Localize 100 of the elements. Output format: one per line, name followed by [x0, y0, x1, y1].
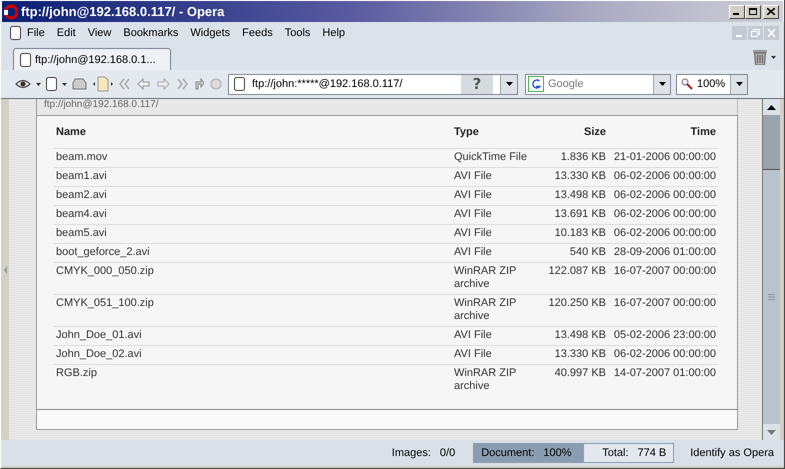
file-name[interactable]: RGB.zip	[56, 367, 97, 379]
up-arrow-icon	[767, 104, 776, 110]
file-name[interactable]: boot_geforce_2.avi	[56, 246, 150, 258]
table-cell: AVI File	[454, 170, 492, 182]
file-name[interactable]: beam.mov	[56, 151, 108, 163]
menu-item[interactable]: Feeds	[236, 25, 279, 41]
dropdown-button[interactable]	[653, 74, 670, 94]
menu-item[interactable]: File	[21, 25, 51, 41]
column-header[interactable]: Time	[608, 116, 718, 148]
table-cell: 06-02-2006 00:00:00	[614, 189, 716, 201]
page-heading: ftp://john@192.168.0.117/	[44, 99, 158, 111]
table-cell: 13.691 KB	[554, 208, 606, 220]
page-icon	[20, 52, 31, 66]
caret-icon	[736, 82, 742, 86]
address-field[interactable]: ftp://john:*****@192.168.0.117/	[252, 78, 454, 90]
table-cell: 06-02-2006 00:00:00	[614, 170, 716, 182]
restore-icon	[751, 29, 760, 37]
file-name[interactable]: beam1.avi	[56, 170, 107, 182]
table-cell: 06-02-2006 00:00:00	[614, 348, 716, 360]
close-icon	[767, 8, 775, 15]
caret-icon	[658, 82, 666, 86]
eye-icon[interactable]	[15, 78, 31, 90]
menu-item[interactable]: Tools	[278, 25, 316, 41]
caret-icon	[506, 82, 512, 86]
document-icon[interactable]	[93, 76, 113, 92]
scroll-down-button[interactable]	[763, 424, 780, 440]
opera-logo-icon[interactable]	[4, 4, 18, 20]
table-cell: 14-07-2007 01:00:00	[614, 367, 716, 379]
table-cell: 28-09-2006 01:00:00	[614, 246, 716, 258]
table-cell: AVI File	[454, 348, 492, 360]
close-button[interactable]	[763, 4, 779, 18]
dropdown-button[interactable]	[730, 74, 747, 94]
table-cell: QuickTime File	[454, 151, 527, 163]
table-cell: 13.330 KB	[554, 348, 606, 360]
table-cell: AVI File	[454, 329, 492, 341]
file-name[interactable]: beam4.avi	[56, 208, 107, 220]
identify-as-button[interactable]: Identify as Opera	[674, 443, 774, 463]
status-label: Images:	[392, 447, 431, 459]
page-icon[interactable]	[10, 26, 21, 40]
menu-item[interactable]: View	[82, 25, 118, 41]
table-cell: WinRAR ZIP archive	[454, 367, 516, 392]
grip-icon[interactable]	[768, 294, 775, 300]
dropdown-button[interactable]	[500, 74, 517, 94]
table-cell: 10.183 KB	[554, 227, 606, 239]
table-cell: 540 KB	[570, 246, 606, 258]
column-header[interactable]: Name	[54, 116, 452, 148]
table-cell: 16-07-2007 00:00:00	[614, 265, 716, 277]
table-cell: AVI File	[454, 227, 492, 239]
panel-handle-icon[interactable]	[4, 266, 6, 274]
table-cell: WinRAR ZIP archive	[454, 265, 516, 290]
table-cell: 13.498 KB	[554, 329, 606, 341]
status-label: Document:	[481, 447, 534, 459]
magnifier-icon	[681, 78, 693, 90]
caret-icon[interactable]	[36, 82, 41, 86]
table-cell: 13.330 KB	[554, 170, 606, 182]
file-name[interactable]: beam2.avi	[56, 189, 107, 201]
minimize-button[interactable]	[729, 4, 745, 18]
column-header[interactable]: Type	[452, 116, 532, 148]
file-name[interactable]: beam5.avi	[56, 227, 107, 239]
page-icon[interactable]	[46, 77, 57, 91]
maximize-icon	[749, 8, 757, 15]
status-value: 774 B	[638, 447, 666, 459]
search-engine-icon[interactable]	[528, 76, 544, 92]
address-bar[interactable]: ftp://john:*****@192.168.0.117/ ?	[228, 74, 518, 94]
menu-item[interactable]: Edit	[50, 25, 82, 41]
scroll-thumb[interactable]	[763, 115, 780, 170]
page-icon	[234, 77, 245, 91]
menu-item[interactable]: Widgets	[184, 25, 236, 41]
menu-item[interactable]: Help	[316, 25, 352, 41]
status-value: 0/0	[440, 447, 456, 459]
table-cell: 120.250 KB	[548, 297, 606, 309]
table-cell: 122.087 KB	[548, 265, 606, 277]
table-cell: 06-02-2006 00:00:00	[614, 227, 716, 239]
trash-icon[interactable]	[753, 49, 767, 65]
back-icon[interactable]	[137, 78, 151, 90]
help-button[interactable]: ?	[461, 74, 493, 94]
table-cell: 05-02-2006 23:00:00	[614, 329, 716, 341]
window-title: ftp://john@192.168.0.117/ - Opera	[21, 4, 226, 19]
file-name[interactable]: John_Doe_01.avi	[56, 329, 142, 341]
status-label: Total:	[602, 447, 629, 459]
table-cell: 21-01-2006 00:00:00	[614, 151, 716, 163]
caret-icon[interactable]	[771, 56, 776, 58]
caret-icon[interactable]	[62, 82, 67, 86]
table-cell: 40.997 KB	[554, 367, 606, 379]
table-cell: WinRAR ZIP archive	[454, 297, 516, 322]
file-name[interactable]: John_Doe_02.avi	[56, 348, 142, 360]
maximize-button[interactable]	[745, 4, 761, 18]
table-cell: 16-07-2007 00:00:00	[614, 297, 716, 309]
column-header[interactable]: Size	[532, 116, 608, 148]
menu-item[interactable]: Bookmarks	[117, 25, 184, 41]
close-icon	[767, 29, 776, 37]
file-name[interactable]: CMYK_051_100.zip	[56, 297, 154, 309]
file-name[interactable]: CMYK_000_050.zip	[56, 265, 154, 277]
search-bar[interactable]: Google	[525, 74, 671, 94]
status-value: 100%	[543, 447, 572, 459]
browser-tab[interactable]: ftp://john@192.168.0.1...	[13, 48, 171, 70]
table-cell: 13.498 KB	[554, 189, 606, 201]
table-cell: AVI File	[454, 208, 492, 220]
search-field[interactable]: Google	[548, 78, 649, 90]
scroll-up-button[interactable]	[763, 99, 780, 115]
